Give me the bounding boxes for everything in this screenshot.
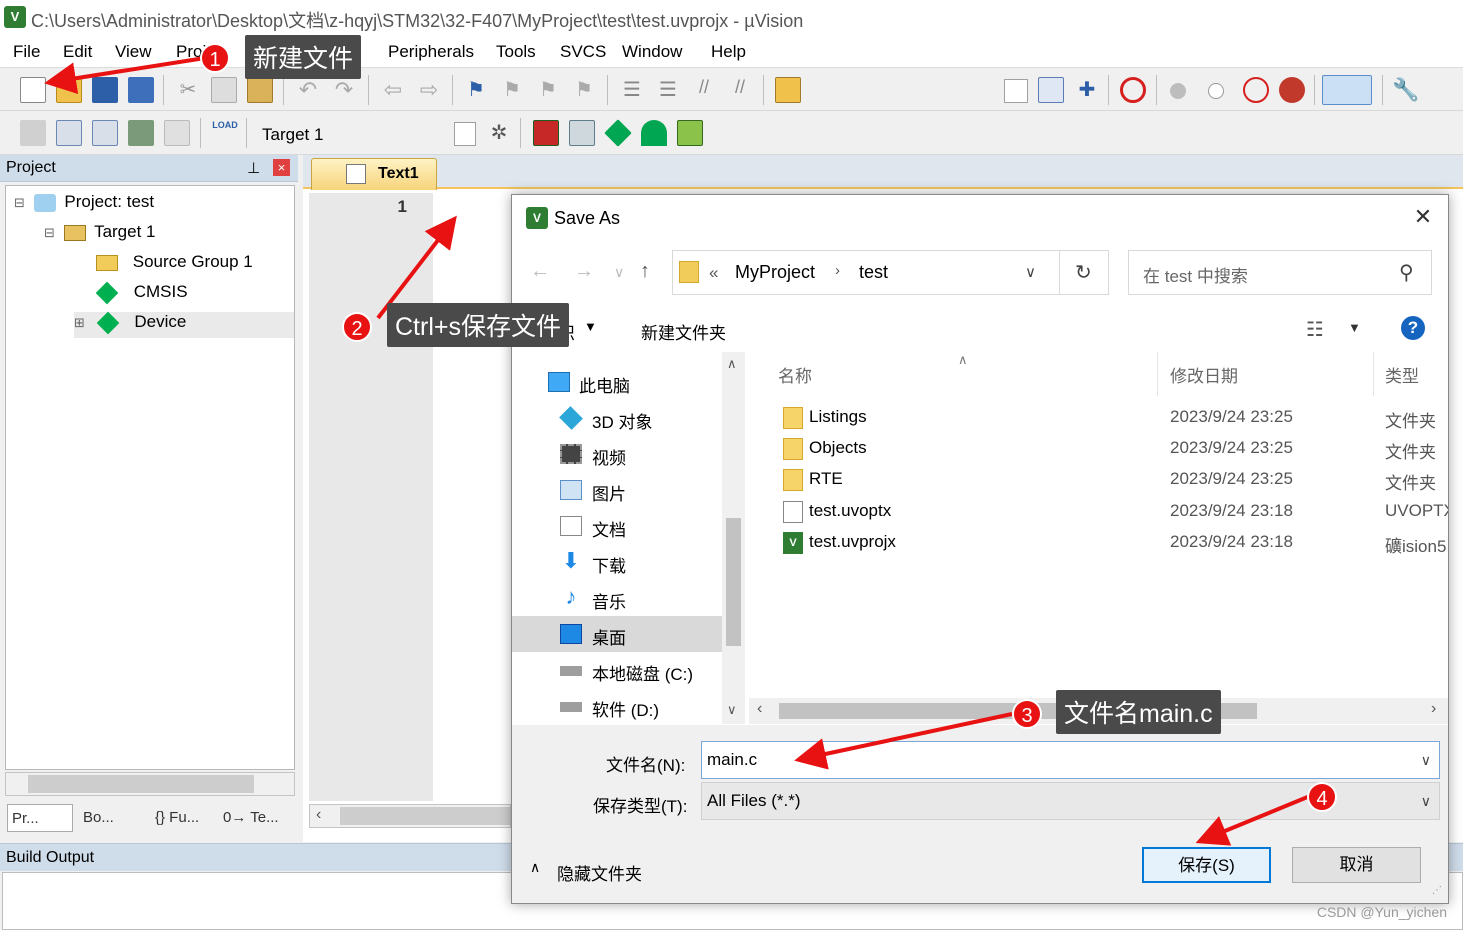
arrow-to-filename <box>794 712 1013 770</box>
watermark: CSDN @Yun_yichen <box>1316 904 1447 920</box>
arrow-to-save <box>1195 794 1311 846</box>
annotation-arrows <box>44 56 1311 846</box>
step-badge-3: 3 <box>1012 699 1042 729</box>
callout-save-shortcut: Ctrl+s保存文件 <box>387 303 569 347</box>
callout-filename: 文件名main.c <box>1056 690 1221 734</box>
step-badge-2: 2 <box>342 312 372 342</box>
callout-new-file: 新建文件 <box>245 35 362 79</box>
arrow-to-new-file <box>44 56 206 95</box>
step-badge-1: 1 <box>200 43 230 73</box>
step-badge-4: 4 <box>1307 782 1337 812</box>
